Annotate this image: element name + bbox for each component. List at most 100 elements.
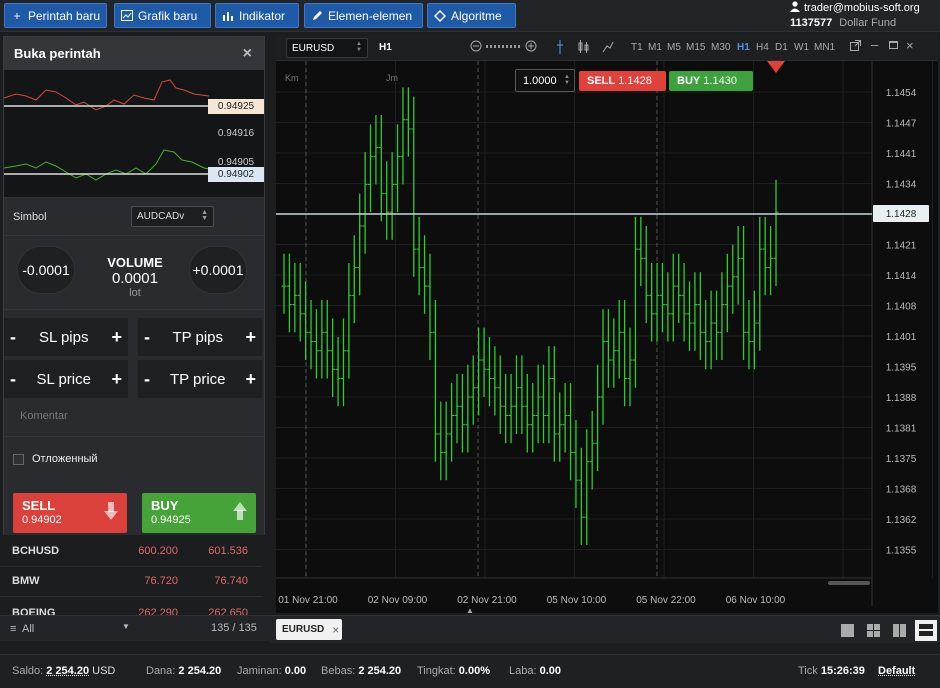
balance-label: Saldo: bbox=[12, 665, 44, 677]
spinner-icon: ▲ ▼ bbox=[356, 41, 362, 53]
timeframe-m15[interactable]: M15 bbox=[686, 42, 705, 53]
list-item[interactable]: BOEING 262.290 262.650 bbox=[0, 597, 262, 615]
minimize-icon[interactable]: – bbox=[871, 37, 878, 52]
collapse-icon[interactable]: ▲ bbox=[466, 606, 474, 615]
volume-display[interactable]: VOLUME 0.0001 lot bbox=[86, 255, 184, 299]
elements-button[interactable]: Elemen-elemen bbox=[304, 3, 423, 28]
zoom-out-icon[interactable] bbox=[470, 40, 482, 55]
indicator-button[interactable]: Indikator bbox=[215, 3, 299, 28]
dropdown-icon[interactable]: ▼ bbox=[122, 622, 130, 631]
sl-pips-minus[interactable]: - bbox=[10, 327, 16, 348]
level-group: Tingkat: 0.00% bbox=[417, 665, 490, 677]
zoom-in-icon[interactable] bbox=[525, 40, 537, 55]
layout-single-icon[interactable] bbox=[841, 624, 854, 637]
plus-icon: + bbox=[13, 8, 21, 23]
y-axis: 1.1454 1.1447 1.1441 1.1434 1.1428 1.1421 1.14… bbox=[886, 88, 917, 557]
menu-icon[interactable]: ≡ bbox=[10, 623, 16, 635]
tp-price-stepper[interactable]: - TP price + bbox=[138, 360, 262, 398]
crosshair-icon[interactable] bbox=[555, 40, 565, 57]
popout-icon[interactable] bbox=[850, 40, 861, 54]
pending-checkbox[interactable] bbox=[13, 453, 24, 465]
funds-label: Dana: bbox=[146, 665, 176, 677]
y-tick-label: 1.1395 bbox=[886, 363, 917, 374]
close-icon[interactable]: × bbox=[243, 45, 252, 63]
symbol-bid: 76.720 bbox=[144, 574, 178, 587]
funds-value: 2 254.20 bbox=[178, 665, 222, 677]
profile-select[interactable]: Default bbox=[878, 665, 915, 677]
timeframe-t1[interactable]: T1 bbox=[631, 42, 643, 53]
profit-value: 0.00 bbox=[539, 665, 562, 677]
ask-price-label: 0.94925 bbox=[208, 99, 264, 114]
tab-eurusd[interactable]: EURUSD × bbox=[276, 619, 342, 640]
sl-pips-label: SL pips bbox=[39, 328, 89, 346]
timeframe-d1[interactable]: D1 bbox=[775, 42, 788, 53]
timeframe-m5[interactable]: M5 bbox=[667, 42, 681, 53]
diamond-icon bbox=[434, 9, 446, 22]
x-axis: 01 Nov 21:00 02 Nov 09:00 02 Nov 21:00 05 N… bbox=[278, 595, 785, 606]
quick-sell-price: 1.1428 bbox=[618, 75, 652, 87]
timeframe-h1[interactable]: H1 bbox=[737, 42, 750, 53]
current-price-tag: 1.1428 bbox=[886, 209, 917, 220]
profit-group: Laba: 0.00 bbox=[509, 665, 561, 677]
tp-price-minus[interactable]: - bbox=[144, 369, 150, 390]
comment-field[interactable]: Komentar bbox=[4, 395, 264, 437]
balance-value[interactable]: 2 254.20 bbox=[46, 665, 89, 677]
quick-sell-button[interactable]: SELL 1.1428 bbox=[579, 71, 666, 91]
volume-increase-button[interactable]: +0.0001 bbox=[189, 246, 247, 294]
sl-price-minus[interactable]: - bbox=[10, 369, 16, 390]
chart-window: EURUSD ▲ ▼ H1 T1 M1 M5 M15 M30 H1 H4 D1 … bbox=[276, 35, 938, 613]
filter-select[interactable]: All bbox=[22, 623, 34, 635]
volume-label: VOLUME bbox=[107, 255, 163, 270]
pending-order-toggle[interactable]: Отложенный bbox=[4, 437, 264, 481]
chart-symbol-select[interactable]: EURUSD ▲ ▼ bbox=[286, 38, 368, 58]
tp-pips-stepper[interactable]: - TP pips + bbox=[138, 318, 262, 356]
quantity-input[interactable]: 1.0000 ▲ ▼ bbox=[515, 69, 575, 92]
volume-row: -0.0001 VOLUME 0.0001 lot +0.0001 bbox=[4, 236, 264, 310]
candles-icon[interactable] bbox=[578, 40, 590, 57]
trading-app: + Perintah baru Grafik baru Indikator El… bbox=[0, 0, 940, 688]
level-value: 0.00% bbox=[458, 665, 490, 677]
quick-buy-button[interactable]: BUY 1.1430 bbox=[669, 71, 753, 91]
sell-button[interactable]: SELL 0.94902 bbox=[13, 493, 127, 533]
buy-button[interactable]: BUY 0.94925 bbox=[142, 493, 256, 533]
symbol-bid: 262.290 bbox=[138, 607, 178, 615]
close-chart-icon[interactable]: × bbox=[906, 38, 914, 53]
layout-rows-icon[interactable] bbox=[915, 620, 937, 641]
volume-unit: lot bbox=[129, 287, 141, 299]
tp-price-plus[interactable]: + bbox=[245, 369, 256, 390]
volume-decrease-button[interactable]: -0.0001 bbox=[17, 246, 75, 294]
y-tick-label: 1.1441 bbox=[886, 149, 917, 160]
layout-grid-icon[interactable] bbox=[867, 624, 880, 637]
sl-price-stepper[interactable]: - SL price + bbox=[4, 360, 128, 398]
zoom-slider[interactable] bbox=[486, 45, 520, 48]
symbol-select[interactable]: AUDCADv ▲ ▼ bbox=[131, 206, 214, 227]
y-tick-label: 1.1375 bbox=[886, 454, 917, 465]
timeframe-h4[interactable]: H4 bbox=[756, 42, 769, 53]
sl-pips-stepper[interactable]: - SL pips + bbox=[4, 318, 128, 356]
sl-pips-plus[interactable]: + bbox=[111, 327, 122, 348]
account-info[interactable]: trader@mobius-soft.org 1137577 Dollar Fu… bbox=[790, 1, 936, 29]
sl-price-plus[interactable]: + bbox=[111, 369, 122, 390]
list-item[interactable]: BCHUSD 600.200 601.536 bbox=[0, 535, 262, 567]
tick-group: Tick 15:26:39 bbox=[798, 665, 865, 677]
chart-symbol: EURUSD bbox=[292, 42, 335, 54]
price-chart[interactable]: 1.1454 1.1447 1.1441 1.1434 1.1428 1.1421 1.14… bbox=[276, 61, 938, 613]
timeframe-m1[interactable]: M1 bbox=[648, 42, 662, 53]
timeframe-w1[interactable]: W1 bbox=[794, 42, 809, 53]
new-order-button[interactable]: + Perintah baru bbox=[4, 3, 107, 28]
chart-tabs-bar: EURUSD × ▲ bbox=[270, 606, 940, 643]
tp-pips-plus[interactable]: + bbox=[245, 327, 256, 348]
timeframe-m30[interactable]: M30 bbox=[711, 42, 730, 53]
layout-columns-icon[interactable] bbox=[893, 624, 906, 637]
timeframe-mn1[interactable]: MN1 bbox=[814, 42, 835, 53]
tab-label: EURUSD bbox=[282, 624, 325, 635]
list-item[interactable]: BMW 76.720 76.740 bbox=[0, 565, 262, 597]
close-tab-icon[interactable]: × bbox=[332, 623, 339, 637]
new-chart-button[interactable]: Grafik baru bbox=[114, 3, 211, 28]
chart-timeframe[interactable]: H1 bbox=[379, 42, 392, 53]
line-chart-icon[interactable] bbox=[602, 40, 614, 57]
tp-pips-minus[interactable]: - bbox=[144, 327, 150, 348]
maximize-icon[interactable] bbox=[889, 41, 898, 49]
algorithm-button[interactable]: Algoritme bbox=[427, 3, 516, 28]
margin-group: Jaminan: 0.00 bbox=[237, 665, 306, 677]
